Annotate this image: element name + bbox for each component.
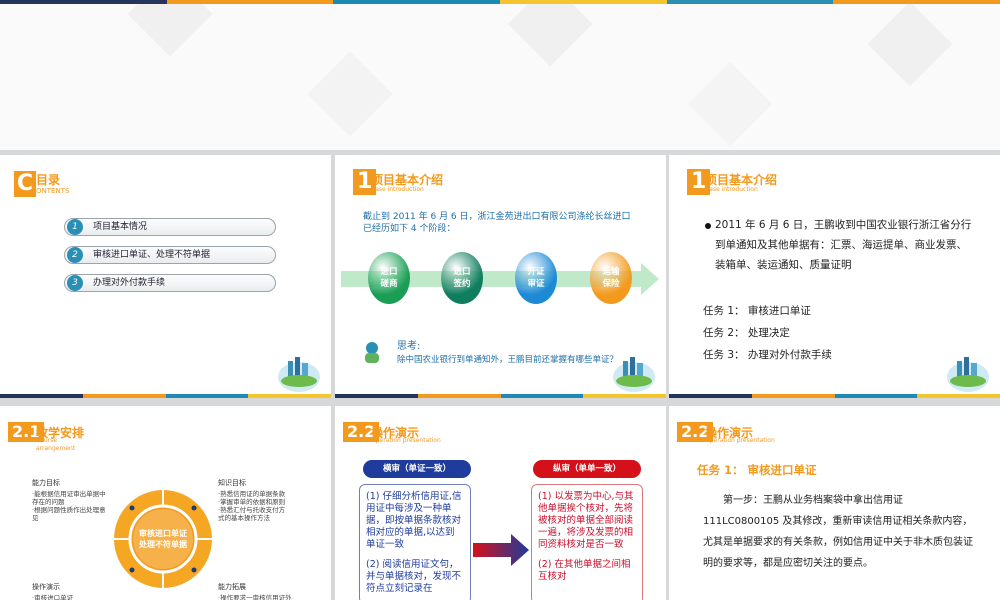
quadrant-line: ·操作要求一审核信用证外: [218, 594, 292, 600]
think-title: 思考:: [397, 341, 421, 352]
slide-thumbnail-demo-2[interactable]: 2.2 操作演示 Operation presentation 任务 1： 审核…: [669, 406, 1000, 600]
quadrant-line: ·根据问题性质作出处理意: [32, 506, 106, 514]
phase-label: 运输 保险: [602, 267, 620, 289]
thinking-person-icon: [365, 342, 379, 363]
donut-center-label: 审核进口单证 处理不符单据: [139, 529, 187, 549]
phase-label: 开证 审证: [527, 267, 545, 289]
quadrant-text: ·操作要求一审核信用证外: [218, 594, 318, 600]
quadrant-line: 式的基本操作方法: [218, 514, 270, 522]
toc-number: 1: [67, 219, 83, 235]
slide-subtitle: Operation presentation: [705, 437, 775, 444]
toc-item-1: 1 项目基本情况: [64, 218, 276, 236]
task-body: 第一步：王鹏从业务档案袋中拿出信用证 111LC0800105 及其修改，重新审…: [703, 495, 973, 569]
quadrant-line: ·熟悉汇付与托收支付方: [218, 506, 286, 514]
quadrant-line: ·能根据信用证审出单据中: [32, 490, 106, 498]
phase-label: 进口 签约: [453, 267, 471, 289]
think-text: 除中国农业银行到单通知外，王鹏目前还掌握有哪些单证？: [397, 355, 619, 365]
bullet-line: 装箱单、装运通知、质量证明: [715, 259, 852, 271]
slide-subtitle: Case introduction: [371, 186, 424, 193]
toc-number: 3: [67, 275, 83, 291]
quadrant-line: ·审核进口单证: [32, 594, 74, 600]
phase-lc-issuing: 开证 审证: [515, 252, 557, 304]
task-item-3: 任务 3： 办理对外付款手续: [703, 349, 832, 361]
quadrant-line: 存在的问题: [32, 498, 65, 506]
slide-subtitle: arrangement: [36, 445, 76, 452]
intro-text: 截止到 2011 年 6 月 6 日，浙江金苑进出口有限公司涤纶长丝进口已经历如…: [363, 212, 631, 234]
slide-thumbnail-contents[interactable]: C 目录 ONTENTS 1 项目基本情况 2 审核进口单证、处理不符单据 3 …: [0, 155, 331, 398]
phase-signing: 进口 签约: [441, 252, 483, 304]
quadrant-text: ·熟悉信用证的单据条款 ·掌握审单的依据和原则 ·熟悉汇付与托收支付方 式的基本操作方…: [218, 490, 318, 522]
toc-item-2: 2 审核进口单证、处理不符单据: [64, 246, 276, 264]
toc-label: 办理对外付款手续: [93, 278, 166, 288]
slide-bottom-stripe: [335, 394, 666, 398]
task-item-2: 任务 2： 处理决定: [703, 327, 790, 339]
toc-label: 审核进口单证、处理不符单据: [93, 250, 211, 260]
bullet-dot: [705, 223, 711, 229]
toc-item-3: 3 办理对外付款手续: [64, 274, 276, 292]
quadrant-title: 知识目标: [218, 479, 246, 487]
phase-label: 进口 磋商: [380, 267, 398, 289]
toc-number: 2: [67, 247, 83, 263]
horizontal-check-tag: 横审（单证一致）: [363, 460, 471, 478]
task-title: 任务 1： 审核进口单证: [697, 463, 817, 477]
toc-label: 项目基本情况: [93, 222, 148, 232]
quadrant-title: 操作演示: [32, 583, 60, 591]
quadrant-line: 见: [32, 514, 39, 522]
vertical-check-panel: (1) 以发票为中心,与其他单据挨个核对，先将被核对的单据全部阅读一遍，将涉及发…: [531, 484, 643, 600]
quadrant-line: ·掌握审单的依据和原则: [218, 498, 286, 506]
phase-negotiation: 进口 磋商: [368, 252, 410, 304]
slide-subtitle: Course: [36, 437, 57, 444]
vertical-check-tag: 纵审（单单一致）: [533, 460, 641, 478]
slide-bottom-stripe: [669, 394, 1000, 398]
slide-subtitle: ONTENTS: [36, 187, 70, 195]
slide-bottom-stripe: [0, 394, 331, 398]
quadrant-line: ·熟悉信用证的单据条款: [218, 490, 286, 498]
slide-thumbnail-teaching[interactable]: 2.1 教学安排 Course arrangement 审核进口单证 处理不符单…: [0, 406, 331, 600]
main-slide-preview[interactable]: [0, 4, 1000, 150]
horizontal-check-panel: (1) 仔细分析信用证,信用证中每涉及一种单据，即按单据条款核对相对应的单据,以…: [359, 484, 471, 600]
city-globe-icon: [278, 357, 320, 392]
slide-subtitle: Operation presentation: [371, 437, 441, 444]
quadrant-text: ·审核进口单证: [32, 594, 122, 600]
city-globe-icon: [613, 357, 655, 392]
slide-thumbnail-intro[interactable]: 1 项目基本介绍 Case introduction 截止到 2011 年 6 …: [335, 155, 666, 398]
city-globe-icon: [947, 357, 989, 392]
slide-title: 目录: [36, 173, 61, 187]
slide-subtitle: Case introduction: [705, 186, 758, 193]
quadrant-title: 能力目标: [32, 479, 60, 487]
slide-thumbnail-demo-1[interactable]: 2.2 操作演示 Operation presentation 横审（单证一致）…: [335, 406, 666, 600]
slide-thumbnail-intro-details[interactable]: 1 项目基本介绍 Case introduction 2011 年 6 月 6 …: [669, 155, 1000, 398]
bullet-line: 到单通知及其他单据有：汇票、海运提单、商业发票、: [715, 239, 967, 251]
contents-letter-icon: C: [14, 171, 36, 197]
phase-transport: 运输 保险: [590, 252, 632, 304]
bullet-line: 2011 年 6 月 6 日，王鹏收到中国农业银行浙江省分行: [715, 219, 972, 231]
quadrant-text: ·能根据信用证审出单据中 存在的问题 ·根据问题性质作出处理意见: [32, 490, 122, 522]
task-item-1: 任务 1： 审核进口单证: [703, 305, 811, 317]
quadrant-title: 能力拓展: [218, 583, 246, 591]
arrow-right-icon: [473, 534, 529, 566]
